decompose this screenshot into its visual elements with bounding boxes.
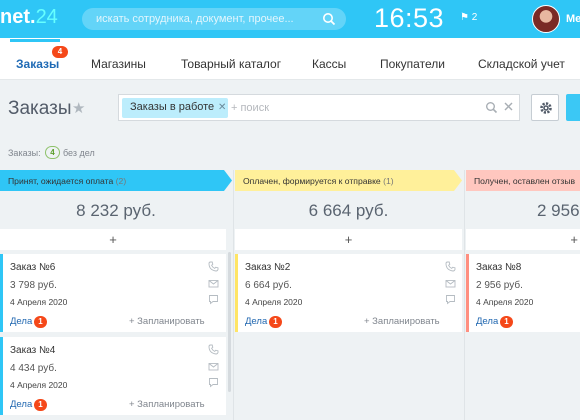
column-sum: 2 956 — [537, 201, 580, 220]
filter-chip-label: Заказы в работе — [130, 101, 215, 113]
logo-text: net. — [0, 6, 36, 28]
mail-icon[interactable] — [445, 278, 456, 289]
column-add-button[interactable]: + — [235, 229, 462, 250]
logo[interactable]: net.24 — [0, 6, 58, 29]
column-title: Принят, ожидается оплата (2) — [8, 176, 126, 186]
tab-cash-registers[interactable]: Кассы — [312, 57, 346, 71]
column-title-text: Принят, ожидается оплата — [8, 176, 114, 186]
order-date: 4 Апреля 2020 — [10, 297, 68, 307]
schedule-link[interactable]: + Запланировать — [129, 399, 205, 410]
counter-tail: без дел — [63, 148, 95, 158]
global-search-input[interactable] — [96, 11, 296, 27]
deals-link[interactable]: Дела — [10, 399, 32, 410]
page-title: Заказы — [8, 98, 72, 119]
order-date: 4 Апреля 2020 — [10, 380, 68, 390]
order-sum: 6 664 руб. — [245, 280, 292, 291]
tab-customers[interactable]: Покупатели — [380, 57, 445, 71]
column-header-new[interactable]: Принят, ожидается оплата (2) — [0, 170, 232, 191]
column-count: (2) — [115, 176, 127, 186]
deals-count-badge: 1 — [34, 399, 47, 411]
search-icon[interactable] — [322, 12, 336, 26]
order-card[interactable]: Заказ №4 4 434 руб. 4 Апреля 2020 Дела 1… — [0, 337, 226, 415]
notifications-count: 2 — [471, 12, 478, 23]
order-title[interactable]: Заказ №6 — [10, 262, 55, 273]
deals-link[interactable]: Дела — [10, 316, 32, 327]
order-title[interactable]: Заказ №8 — [476, 262, 521, 273]
column-title: Оплачен, формируется к отправке (1) — [243, 176, 394, 186]
schedule-link[interactable]: + Запланировать — [364, 316, 440, 327]
order-card[interactable]: Заказ №6 3 798 руб. 4 Апреля 2020 Дела 1… — [0, 254, 226, 332]
order-date: 4 Апреля 2020 — [245, 297, 303, 307]
filter-chip-remove-icon[interactable]: ✕ — [218, 102, 226, 113]
order-sum: 4 434 руб. — [10, 363, 57, 374]
phone-icon[interactable] — [445, 261, 456, 272]
gear-icon — [540, 102, 552, 114]
deals-count-badge: 1 — [269, 316, 282, 328]
mail-icon[interactable] — [208, 278, 219, 289]
settings-button[interactable] — [531, 94, 559, 121]
tab-orders-badge: 4 — [52, 46, 68, 58]
column-add-button[interactable]: + — [466, 229, 580, 250]
order-title[interactable]: Заказ №2 — [245, 262, 290, 273]
filter-search-icon[interactable] — [485, 101, 498, 114]
notifications[interactable]: ⚑ 2 — [460, 12, 477, 23]
deals-link[interactable]: Дела — [245, 316, 267, 327]
order-title[interactable]: Заказ №4 — [10, 345, 55, 356]
order-date: 4 Апреля 2020 — [476, 297, 534, 307]
favorite-star-icon[interactable]: ★ — [72, 99, 85, 117]
filter-chip[interactable]: Заказы в работе ✕ — [122, 98, 228, 118]
logo-number: 24 — [35, 6, 58, 28]
deals-link[interactable]: Дела — [476, 316, 498, 327]
column-title: Получен, оставлен отзыв — [474, 176, 575, 186]
counter-badge[interactable]: 4 — [45, 146, 60, 159]
schedule-link[interactable]: + Запланировать — [129, 316, 205, 327]
filter-search-box[interactable]: Заказы в работе ✕ — [118, 94, 520, 121]
column-divider — [233, 170, 234, 420]
order-sum: 3 798 руб. — [10, 280, 57, 291]
phone-icon[interactable] — [208, 261, 219, 272]
deals-count-badge: 1 — [500, 316, 513, 328]
active-tab-indicator — [10, 39, 60, 42]
deals-count-badge: 1 — [34, 316, 47, 328]
add-order-button[interactable] — [566, 94, 580, 121]
tab-orders[interactable]: Заказы — [16, 57, 59, 71]
clock[interactable]: 16:53 — [374, 3, 444, 34]
order-card[interactable]: Заказ №2 6 664 руб. 4 Апреля 2020 Дела 1… — [235, 254, 462, 332]
chat-icon[interactable] — [208, 294, 219, 305]
tab-catalog[interactable]: Товарный каталог — [181, 57, 281, 71]
global-search — [82, 8, 346, 30]
column-sum: 6 664 руб. — [308, 201, 389, 220]
tab-bar: Заказы Магазины Товарный каталог Кассы П… — [0, 38, 580, 80]
column-add-button[interactable]: + — [0, 229, 226, 250]
column-title-text: Оплачен, формируется к отправке — [243, 176, 381, 186]
column-header-received[interactable]: Получен, оставлен отзыв — [466, 170, 580, 191]
avatar[interactable] — [532, 5, 560, 33]
filter-clear-icon[interactable] — [503, 101, 514, 112]
mail-icon[interactable] — [208, 361, 219, 372]
chat-icon[interactable] — [208, 377, 219, 388]
tab-stores[interactable]: Магазины — [91, 57, 146, 71]
column-sum: 8 232 руб. — [76, 201, 156, 220]
chat-icon[interactable] — [445, 294, 456, 305]
phone-icon[interactable] — [208, 344, 219, 355]
counter-label: Заказы: — [8, 148, 41, 158]
order-card[interactable]: Заказ №8 2 956 руб. 4 Апреля 2020 Дела 1 — [466, 254, 580, 332]
column-header-paid[interactable]: Оплачен, формируется к отправке (1) — [235, 170, 462, 191]
column-divider — [464, 170, 465, 420]
column-scrollbar[interactable] — [228, 252, 231, 392]
column-count: (1) — [383, 176, 394, 186]
user-name[interactable]: Me — [566, 13, 580, 25]
tab-warehouse[interactable]: Складской учет — [478, 57, 565, 71]
top-bar: net.24 16:53 ⚑ 2 Me — [0, 0, 580, 38]
flag-icon: ⚑ — [460, 12, 469, 23]
filter-search-input[interactable] — [231, 100, 471, 116]
order-sum: 2 956 руб. — [476, 280, 523, 291]
column-title-text: Получен, оставлен отзыв — [474, 176, 576, 186]
